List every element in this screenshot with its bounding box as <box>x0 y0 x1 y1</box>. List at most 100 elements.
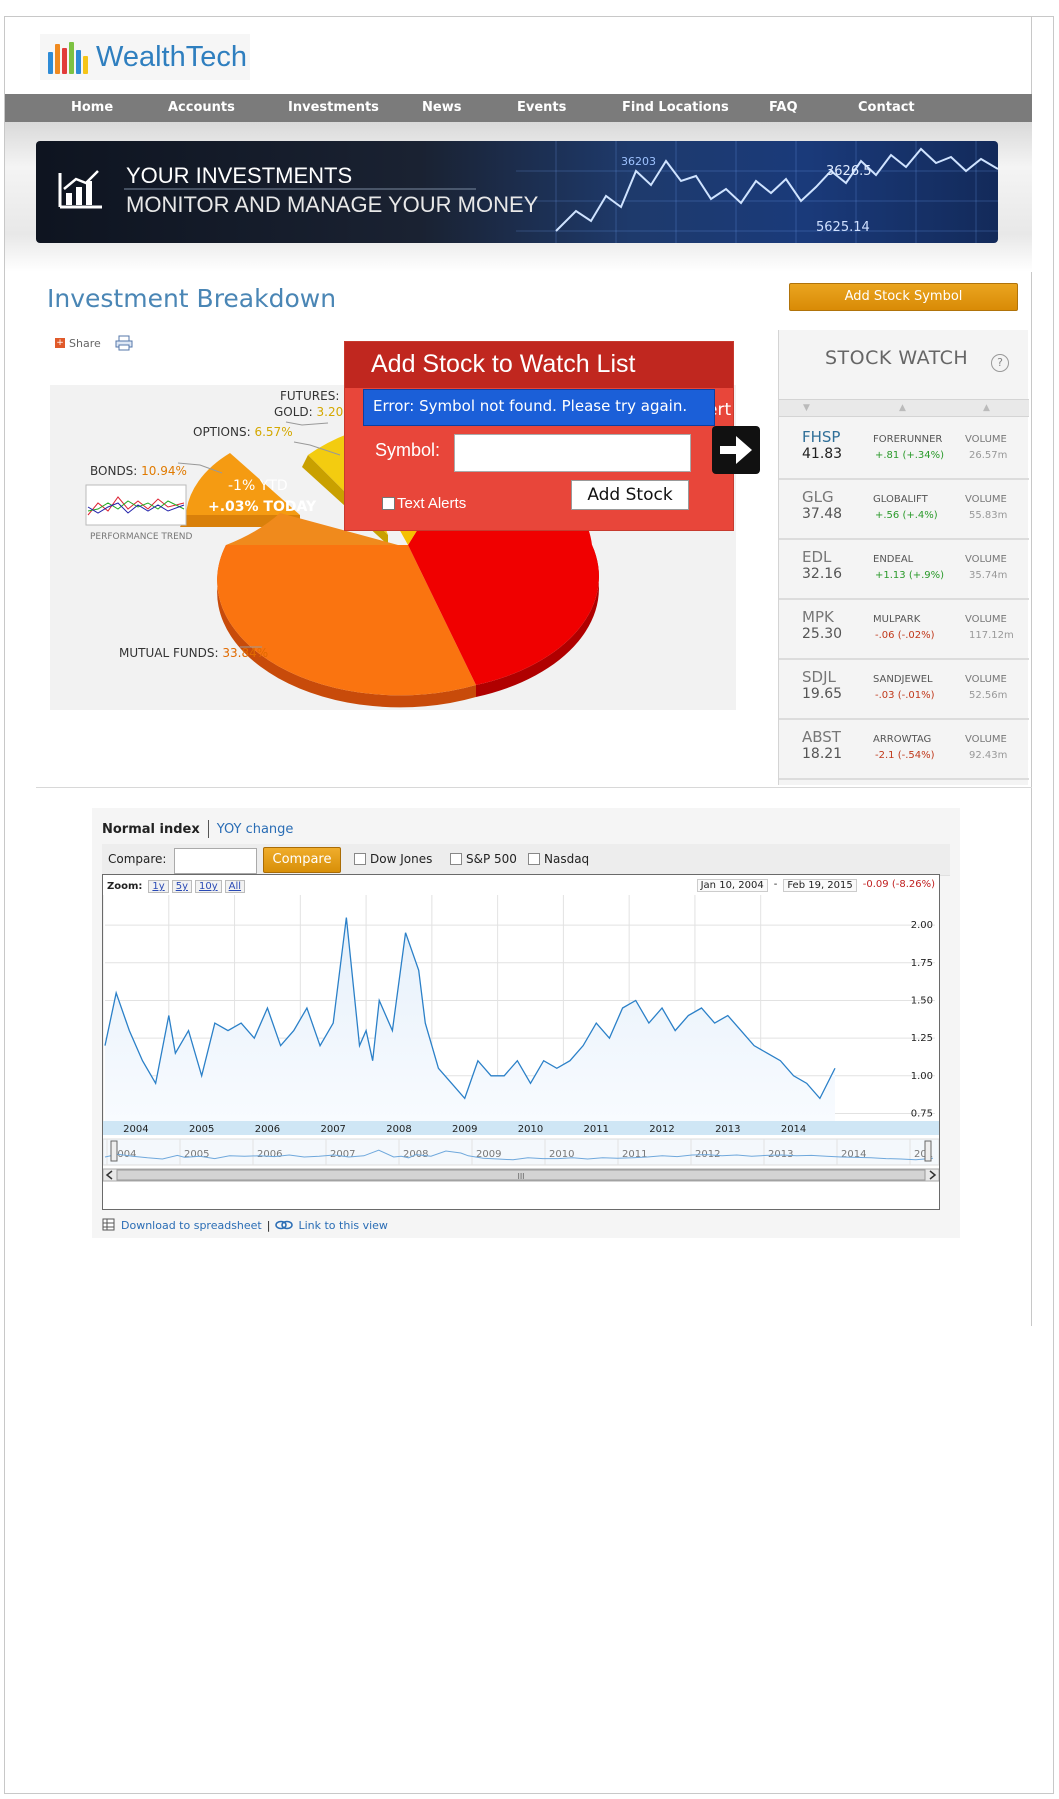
label-options: OPTIONS: 6.57% <box>193 425 293 439</box>
nav-news[interactable]: News <box>422 94 461 122</box>
checkbox-icon[interactable] <box>354 853 366 865</box>
stock-volume: 26.57m <box>969 450 1008 461</box>
link-icon <box>275 1220 294 1230</box>
stock-row[interactable]: GLG 37.48 GLOBALIFT +.56 (+.4%) VOLUME 55.83m <box>779 480 1029 540</box>
stock-row[interactable]: FHSP 41.83 FORERUNNER +.81 (+.34%) VOLUME 26.… <box>779 420 1029 480</box>
stock-volume: 117.12m <box>969 630 1014 641</box>
logo-icon <box>48 40 88 74</box>
error-message: Error: Symbol not found. Please try agai… <box>363 389 715 426</box>
stock-name: ARROWTAG <box>873 734 932 745</box>
banner-ticker-3: 36203 <box>621 155 656 168</box>
checkbox-icon[interactable] <box>450 853 462 865</box>
check-sp500[interactable]: S&P 500 <box>450 852 517 866</box>
checkbox-icon[interactable] <box>382 497 395 510</box>
print-icon[interactable] <box>115 335 133 351</box>
stock-price: 37.48 <box>802 506 843 522</box>
stock-volume: 92.43m <box>969 750 1008 761</box>
line-chart[interactable]: 0.75 1.00 1.25 1.50 1.75 2.00 2004 2005 2006 2007… <box>103 875 939 1209</box>
stock-change: -2.1 (-.54%) <box>875 750 935 761</box>
label-mutual-funds: MUTUAL FUNDS: 33.84% <box>119 646 269 660</box>
volume-label: VOLUME <box>965 494 1007 505</box>
stock-symbol[interactable]: EDL <box>802 548 831 566</box>
check-nasdaq[interactable]: Nasdaq <box>528 852 589 866</box>
y-tick-label: 0.75 <box>911 1108 933 1119</box>
brand-name: WealthTech <box>96 40 247 73</box>
stock-row[interactable]: EDL 32.16 ENDEAL +1.13 (+.9%) VOLUME 35.74m <box>779 540 1029 600</box>
stock-row[interactable]: SDJL 19.65 SANDJEWEL -.03 (-.01%) VOLUME 52.5… <box>779 660 1029 720</box>
share-link[interactable]: Share <box>69 337 101 350</box>
next-arrow-button[interactable] <box>712 426 760 474</box>
sort-bar: ▼ ▲ ▲ <box>779 399 1029 417</box>
stock-name: FORERUNNER <box>873 434 943 445</box>
nav-events[interactable]: Events <box>517 94 566 122</box>
add-stock-button[interactable]: Add Stock <box>571 480 689 510</box>
sort-volume-icon[interactable]: ▲ <box>983 403 990 413</box>
stock-watch-panel: STOCK WATCH ? ▼ ▲ ▲ FHSP 41.83 FORERUNNER +… <box>778 330 1029 785</box>
modal-title: Add Stock to Watch List <box>371 350 636 378</box>
checkbox-icon[interactable] <box>528 853 540 865</box>
nav-faq[interactable]: FAQ <box>769 94 798 122</box>
x-tick-label: 2014 <box>781 1124 806 1135</box>
text-alerts-label: Text Alerts <box>397 495 467 512</box>
navigator-year-label: 2005 <box>184 1149 209 1160</box>
stock-price: 41.83 <box>802 446 843 462</box>
download-link[interactable]: Download to spreadsheet <box>121 1219 262 1232</box>
link-to-view[interactable]: Link to this view <box>298 1219 387 1232</box>
nav-find-locations[interactable]: Find Locations <box>622 94 729 122</box>
compare-input[interactable] <box>174 848 257 874</box>
navigator-year-label: 2006 <box>257 1149 282 1160</box>
nav-contact[interactable]: Contact <box>858 94 915 122</box>
y-tick-label: 1.00 <box>911 1071 933 1082</box>
label-gold: GOLD: 3.20 <box>274 405 344 419</box>
check-dow-jones[interactable]: Dow Jones <box>354 852 432 866</box>
add-stock-symbol-button[interactable]: Add Stock Symbol <box>789 283 1018 311</box>
stock-symbol[interactable]: SDJL <box>802 668 836 686</box>
y-tick-label: 2.00 <box>911 920 933 931</box>
stock-row[interactable]: MPK 25.30 MULPARK -.06 (-.02%) VOLUME 117.12m <box>779 600 1029 660</box>
check-label: S&P 500 <box>466 852 517 866</box>
sort-desc-icon[interactable]: ▼ <box>803 403 810 413</box>
nav-accounts[interactable]: Accounts <box>168 94 235 122</box>
stock-name: SANDJEWEL <box>873 674 933 685</box>
compare-button[interactable]: Compare <box>263 847 341 873</box>
navigator-handle-left <box>110 1140 118 1162</box>
section-divider <box>36 787 1032 788</box>
navigator-year-label: 2013 <box>768 1149 793 1160</box>
stock-symbol[interactable]: MPK <box>802 608 834 626</box>
symbol-label: Symbol: <box>375 440 441 460</box>
text-alerts-checkbox[interactable]: Text Alerts <box>382 495 466 512</box>
nav-home[interactable]: Home <box>71 94 113 122</box>
help-icon[interactable]: ? <box>991 354 1009 372</box>
sort-asc-icon[interactable]: ▲ <box>899 403 906 413</box>
stock-row[interactable]: ABST 18.21 ARROWTAG -2.1 (-.54%) VOLUME 92.43… <box>779 720 1029 780</box>
label-futures: FUTURES: <box>280 389 340 403</box>
symbol-input[interactable] <box>454 434 691 472</box>
brand-logo[interactable]: WealthTech <box>40 34 250 80</box>
stock-symbol[interactable]: GLG <box>802 488 834 506</box>
compare-label: Compare: <box>108 852 167 866</box>
main-nav: Home Accounts Investments News Events Fi… <box>5 94 1032 122</box>
stock-change: +.56 (+.4%) <box>875 510 938 521</box>
chart-growth-icon <box>58 170 102 209</box>
x-tick-label: 2004 <box>123 1124 148 1135</box>
banner-headline: YOUR INVESTMENTS <box>126 163 353 188</box>
tab-normal-index[interactable]: Normal index <box>102 822 200 837</box>
spreadsheet-icon <box>102 1218 115 1231</box>
y-tick-label: 1.75 <box>911 958 933 969</box>
navigator <box>103 1138 939 1166</box>
stock-price: 19.65 <box>802 686 843 702</box>
stock-name: MULPARK <box>873 614 921 625</box>
stock-volume: 35.74m <box>969 570 1008 581</box>
banner-subheadline: MONITOR AND MANAGE YOUR MONEY <box>126 192 539 217</box>
nav-investments[interactable]: Investments <box>288 94 379 122</box>
stock-symbol[interactable]: FHSP <box>802 428 840 446</box>
tab-separator <box>207 820 209 838</box>
stock-symbol[interactable]: ABST <box>802 728 841 746</box>
check-label: Nasdaq <box>544 852 590 866</box>
tab-yoy-change[interactable]: YOY change <box>217 822 294 837</box>
x-tick-label: 2006 <box>255 1124 280 1135</box>
volume-label: VOLUME <box>965 434 1007 445</box>
share-icon[interactable]: + <box>55 338 65 348</box>
x-tick-label: 2010 <box>518 1124 543 1135</box>
volume-label: VOLUME <box>965 674 1007 685</box>
